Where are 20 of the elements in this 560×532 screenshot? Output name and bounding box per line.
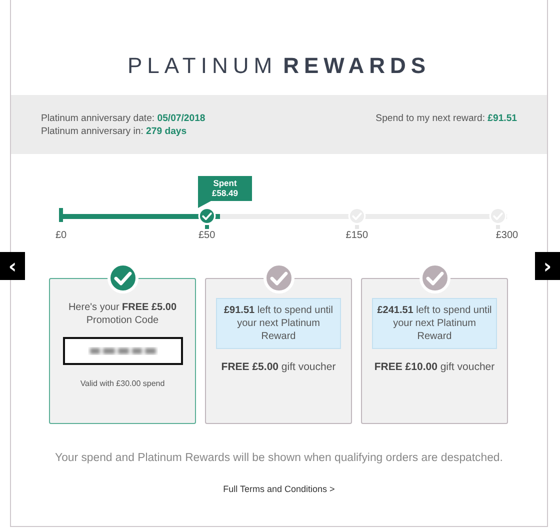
milestone-label: £300 (496, 230, 518, 241)
spend-remaining-notice: £241.51 left to spend until your next Platinum Reward (372, 298, 497, 349)
reward-text: FREE £5.00 gift voucher (220, 361, 337, 374)
milestone-label: £150 (346, 230, 368, 241)
promotion-text: Here's your FREE £5.00 Promotion Code (67, 301, 178, 327)
anniversary-countdown: Platinum anniversary in: 279 days (41, 125, 188, 138)
milestone-label: £50 (198, 230, 216, 241)
previous-button[interactable]: ‹ (0, 252, 25, 280)
spend-remaining-notice: £91.51 left to spend until your next Platinum Reward (216, 298, 341, 349)
reward-text: FREE £10.00 gift voucher (373, 361, 496, 374)
promotion-code-field[interactable] (62, 337, 182, 365)
next-reward-amount: Spend to my next reward: £91.51 (376, 112, 517, 126)
spent-tooltip: Spent £58.49 (198, 176, 252, 208)
page-title: PLATINUM REWARDS (126, 53, 432, 79)
validity-note: Valid with £30.00 spend (79, 378, 166, 390)
terms-link[interactable]: Full Terms and Conditions > (223, 484, 335, 494)
next-button[interactable]: › (535, 252, 560, 280)
despatch-note: Your spend and Platinum Rewards will be shown when qualifying orders are despatched. (54, 452, 504, 464)
milestone-label: £0 (55, 230, 67, 241)
anniversary-date: Platinum anniversary date: 05/07/2018 (41, 112, 206, 125)
